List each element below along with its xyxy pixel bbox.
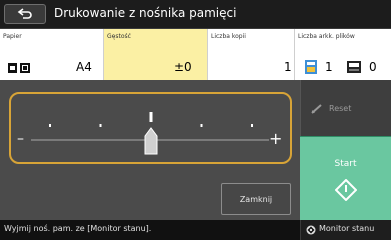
slider-tick	[49, 124, 51, 127]
back-button[interactable]	[4, 4, 46, 24]
paper-label: Papier	[3, 33, 22, 40]
start-diamond-icon	[335, 179, 357, 201]
reset-icon	[311, 104, 322, 114]
density-label: Gęstość	[107, 33, 131, 40]
density-value: ±0	[174, 60, 192, 74]
file-count: 1	[325, 60, 333, 74]
screen: Drukowanie z nośnika pamięci Papier A4 G…	[0, 0, 391, 240]
slider-tick	[99, 124, 102, 127]
status-monitor-button[interactable]: Monitor stanu	[300, 220, 391, 240]
status-monitor-icon	[306, 225, 316, 235]
copies-setting[interactable]: Liczba kopii 1	[208, 29, 295, 80]
close-button[interactable]: Zamknij	[221, 183, 291, 215]
start-label: Start	[334, 159, 357, 169]
settings-strip: Papier A4 Gęstość ±0 Liczba kopii 1 Licz…	[0, 29, 391, 81]
slider-tick	[251, 124, 253, 127]
sheets-setting: Liczba arkk. plików 1 0	[295, 29, 391, 80]
page-icon	[347, 61, 361, 73]
copies-label: Liczba kopii	[211, 33, 246, 40]
status-message: Wyjmij noś. pam. ze [Monitor stanu].	[4, 224, 152, 233]
slider-track[interactable]	[11, 94, 290, 162]
sheets-label: Liczba arkk. plików	[298, 33, 355, 40]
slider-tick	[200, 124, 203, 127]
title-bar: Drukowanie z nośnika pamięci	[0, 0, 391, 29]
slider-current-marker	[149, 112, 153, 122]
start-button[interactable]: Start	[300, 136, 391, 220]
slider-plus-label: +	[269, 129, 283, 148]
back-arrow-icon	[17, 8, 32, 19]
slider-minus-label: –	[17, 131, 24, 147]
slider-thumb[interactable]	[144, 127, 158, 155]
reset-button[interactable]: Reset	[300, 80, 391, 136]
copies-value: 1	[284, 60, 292, 74]
paper-tray-icon	[8, 63, 30, 73]
status-monitor-label: Monitor stanu	[319, 224, 375, 233]
paper-setting[interactable]: Papier A4	[0, 29, 104, 80]
reset-label: Reset	[329, 104, 352, 113]
page-title: Drukowanie z nośnika pamięci	[54, 6, 237, 20]
paper-value: A4	[76, 60, 92, 74]
density-setting[interactable]: Gęstość ±0	[104, 29, 208, 80]
density-slider[interactable]: – +	[9, 92, 292, 164]
file-icon	[305, 60, 317, 74]
page-count: 0	[369, 60, 377, 74]
